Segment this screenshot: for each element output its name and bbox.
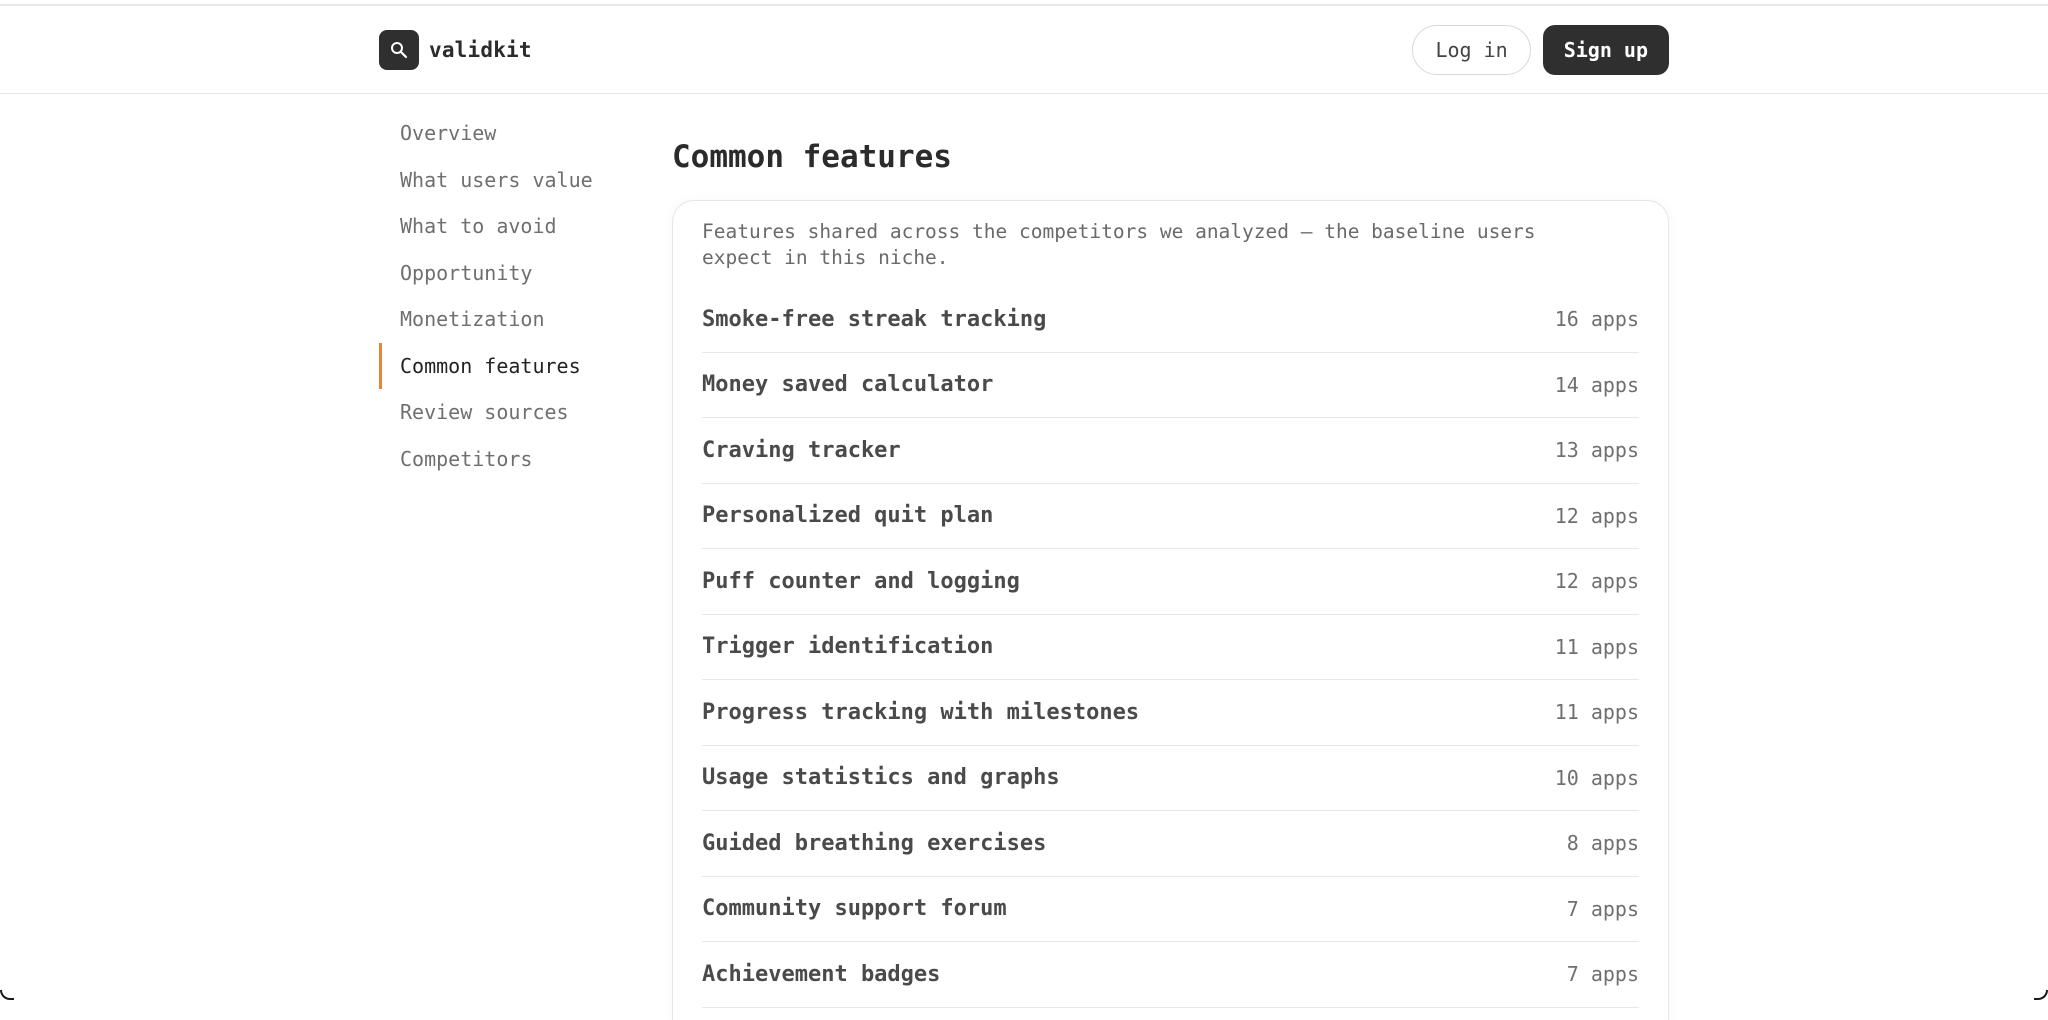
feature-row: Community support forum 7 apps xyxy=(702,877,1639,942)
feature-name: Personalized quit plan xyxy=(702,503,994,529)
page-title: Common features xyxy=(672,139,952,175)
features-card: Features shared across the competitors w… xyxy=(672,200,1669,1020)
card-description: Features shared across the competitors w… xyxy=(702,220,1536,269)
feature-row: Personalized quit plan 12 apps xyxy=(702,484,1639,549)
feature-row: Trigger identification 11 apps xyxy=(702,615,1639,680)
logo xyxy=(379,30,419,70)
main-content: Common features Features shared across t… xyxy=(672,130,1669,1020)
brand[interactable]: validkit xyxy=(379,30,532,70)
feature-count: 7 apps xyxy=(1566,962,1639,987)
feature-row: Usage statistics and graphs 10 apps xyxy=(702,746,1639,811)
feature-row: Craving tracker 13 apps xyxy=(702,418,1639,484)
feature-name: Money saved calculator xyxy=(702,372,994,398)
feature-name: Usage statistics and graphs xyxy=(702,765,1060,791)
feature-name: Guided breathing exercises xyxy=(702,830,1047,856)
nav-item-monetization[interactable]: Monetization xyxy=(379,296,639,343)
magnifier-icon xyxy=(391,42,408,59)
feature-name: Progress tracking with milestones xyxy=(702,699,1140,725)
section-nav: Overview What users value What to avoid … xyxy=(379,110,639,482)
login-button[interactable]: Log in xyxy=(1412,25,1531,75)
feature-count: 10 apps xyxy=(1554,765,1639,790)
nav-item-competitors[interactable]: Competitors xyxy=(379,436,639,483)
window-corner-left xyxy=(0,990,14,1000)
feature-row: Smoke-free streak tracking 16 apps xyxy=(702,287,1639,353)
feature-count: 8 apps xyxy=(1566,831,1639,856)
nav-item-common-features[interactable]: Common features xyxy=(379,342,639,389)
feature-row: Puff counter and logging 12 apps xyxy=(702,549,1639,615)
feature-name: Community support forum xyxy=(702,896,1007,922)
nav-item-opportunity[interactable]: Opportunity xyxy=(379,250,639,297)
window-corner-right xyxy=(2034,990,2048,1000)
feature-count: 14 apps xyxy=(1554,372,1639,397)
feature-row: Progress tracking with milestones 11 app… xyxy=(702,680,1639,746)
feature-row: Achievement badges 7 apps xyxy=(702,942,1639,1008)
feature-count: 13 apps xyxy=(1554,438,1639,463)
feature-count: 11 apps xyxy=(1554,700,1639,725)
feature-count: 12 apps xyxy=(1554,503,1639,528)
nav-item-what-to-avoid[interactable]: What to avoid xyxy=(379,203,639,250)
feature-name: Craving tracker xyxy=(702,437,901,463)
feature-row: Money saved calculator 14 apps xyxy=(702,353,1639,418)
feature-name: Trigger identification xyxy=(702,634,994,660)
nav-item-overview[interactable]: Overview xyxy=(379,110,639,157)
feature-count: 16 apps xyxy=(1554,307,1639,332)
feature-name: Smoke-free streak tracking xyxy=(702,306,1047,332)
site-header: validkit Log in Sign up xyxy=(0,6,2048,94)
nav-item-review-sources[interactable]: Review sources xyxy=(379,389,639,436)
auth-actions: Log in Sign up xyxy=(1412,25,1669,75)
feature-row: Guided breathing exercises 8 apps xyxy=(702,811,1639,877)
feature-count: 11 apps xyxy=(1554,634,1639,659)
feature-name: Achievement badges xyxy=(702,961,941,987)
feature-count: 12 apps xyxy=(1554,569,1639,594)
signup-button[interactable]: Sign up xyxy=(1542,25,1669,75)
nav-item-what-users-value[interactable]: What users value xyxy=(379,157,639,204)
brand-name: validkit xyxy=(429,38,532,62)
header-inner: validkit Log in Sign up xyxy=(379,6,1669,94)
feature-name: Puff counter and logging xyxy=(702,568,1020,594)
feature-count: 7 apps xyxy=(1566,896,1639,921)
